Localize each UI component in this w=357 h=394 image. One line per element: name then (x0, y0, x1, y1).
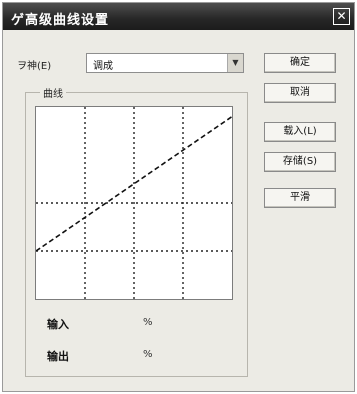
cancel-button[interactable]: 取消 (264, 83, 336, 103)
input-label: 输入 (47, 318, 69, 331)
output-label: 输出 (47, 350, 69, 363)
chevron-down-icon[interactable]: ▼ (227, 54, 243, 72)
output-percent: % (143, 349, 153, 360)
curve-group-label: 曲线 (40, 85, 66, 100)
load-button[interactable]: 载入(L) (264, 122, 336, 142)
curve-graph-canvas[interactable] (36, 107, 232, 299)
smooth-button[interactable]: 平滑 (264, 188, 336, 208)
mode-select[interactable]: 调成 ▼ (86, 53, 244, 73)
ok-button[interactable]: 确定 (264, 53, 336, 73)
curves-dialog: ゲ高级曲线设置 ✕ ヲ神(E) 调成 ▼ 曲线 输入 % 输出 % 确定 取消 … (2, 2, 355, 392)
dialog-title: ゲ高级曲线设置 (11, 13, 110, 28)
title-bar[interactable]: ゲ高级曲线设置 ✕ (3, 3, 354, 30)
input-percent: % (143, 317, 153, 328)
mode-select-value: 调成 (93, 61, 113, 72)
mode-label: ヲ神(E) (17, 61, 52, 72)
close-icon[interactable]: ✕ (333, 8, 350, 25)
curve-graph[interactable] (35, 106, 233, 300)
save-button[interactable]: 存储(S) (264, 152, 336, 172)
